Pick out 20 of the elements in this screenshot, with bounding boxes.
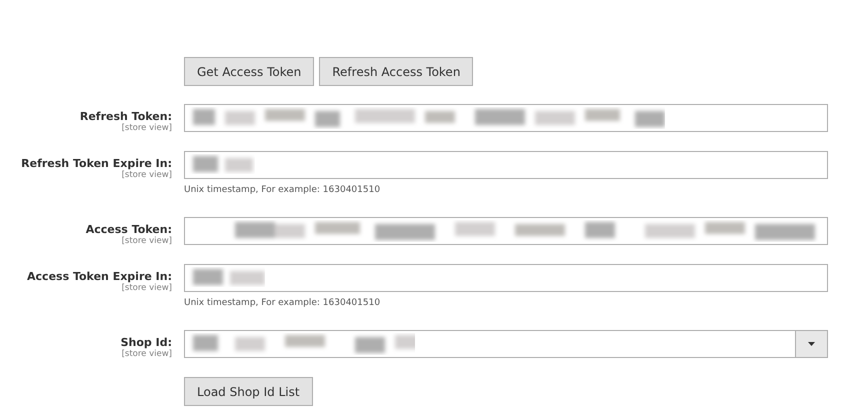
scope-label: [store view]: [122, 236, 172, 246]
field-note: Unix timestamp, For example: 1630401510: [184, 298, 382, 308]
shop-id-select[interactable]: [184, 330, 828, 358]
caret-icon: [808, 342, 815, 346]
input-field[interactable]: [184, 104, 828, 132]
field-label: Access Token:: [86, 223, 172, 236]
field-label: Access Token Expire In:: [27, 270, 172, 283]
scope-label: [store view]: [122, 283, 172, 293]
scope-label: [store view]: [122, 349, 172, 359]
input-field[interactable]: [184, 264, 828, 292]
field-label: Shop Id:: [120, 336, 172, 349]
field-label: Refresh Token:: [80, 110, 172, 123]
action-button[interactable]: Load Shop Id List: [184, 377, 313, 406]
field-note: Unix timestamp, For example: 1630401510: [184, 185, 382, 195]
action-button[interactable]: Refresh Access Token: [319, 57, 474, 86]
scope-label: [store view]: [122, 123, 172, 133]
input-field[interactable]: [184, 151, 828, 179]
action-button[interactable]: Get Access Token: [184, 57, 314, 86]
scope-label: [store view]: [122, 170, 172, 180]
field-label: Refresh Token Expire In:: [21, 157, 172, 170]
